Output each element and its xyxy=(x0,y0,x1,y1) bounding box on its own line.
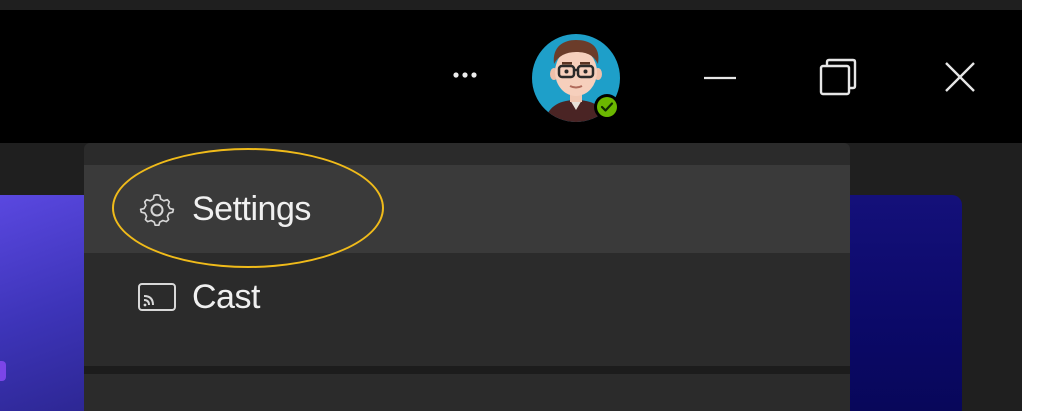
avatar xyxy=(532,34,620,122)
ellipsis-icon xyxy=(453,72,477,78)
more-options-button[interactable] xyxy=(440,55,490,95)
menu-item-label: Cast xyxy=(192,277,260,316)
menu-item-cast[interactable]: Cast xyxy=(84,253,850,341)
minimize-icon xyxy=(704,76,736,79)
menu-item-settings[interactable]: Settings xyxy=(84,165,850,253)
background-panel-right xyxy=(850,195,962,411)
more-options-menu: Settings Cast xyxy=(84,143,850,411)
close-icon xyxy=(945,62,975,92)
close-button[interactable] xyxy=(925,52,995,102)
gear-icon xyxy=(137,189,177,229)
background-accent xyxy=(0,361,6,381)
app-window: Settings Cast xyxy=(0,0,1022,411)
background-panel-left xyxy=(0,195,84,411)
restore-icon xyxy=(819,58,856,96)
restore-button[interactable] xyxy=(805,52,870,102)
menu-item-label: Settings xyxy=(192,189,311,228)
minimize-button[interactable] xyxy=(690,55,750,100)
cast-icon xyxy=(137,277,177,317)
profile-avatar-button[interactable] xyxy=(530,34,620,124)
menu-divider xyxy=(84,366,850,374)
